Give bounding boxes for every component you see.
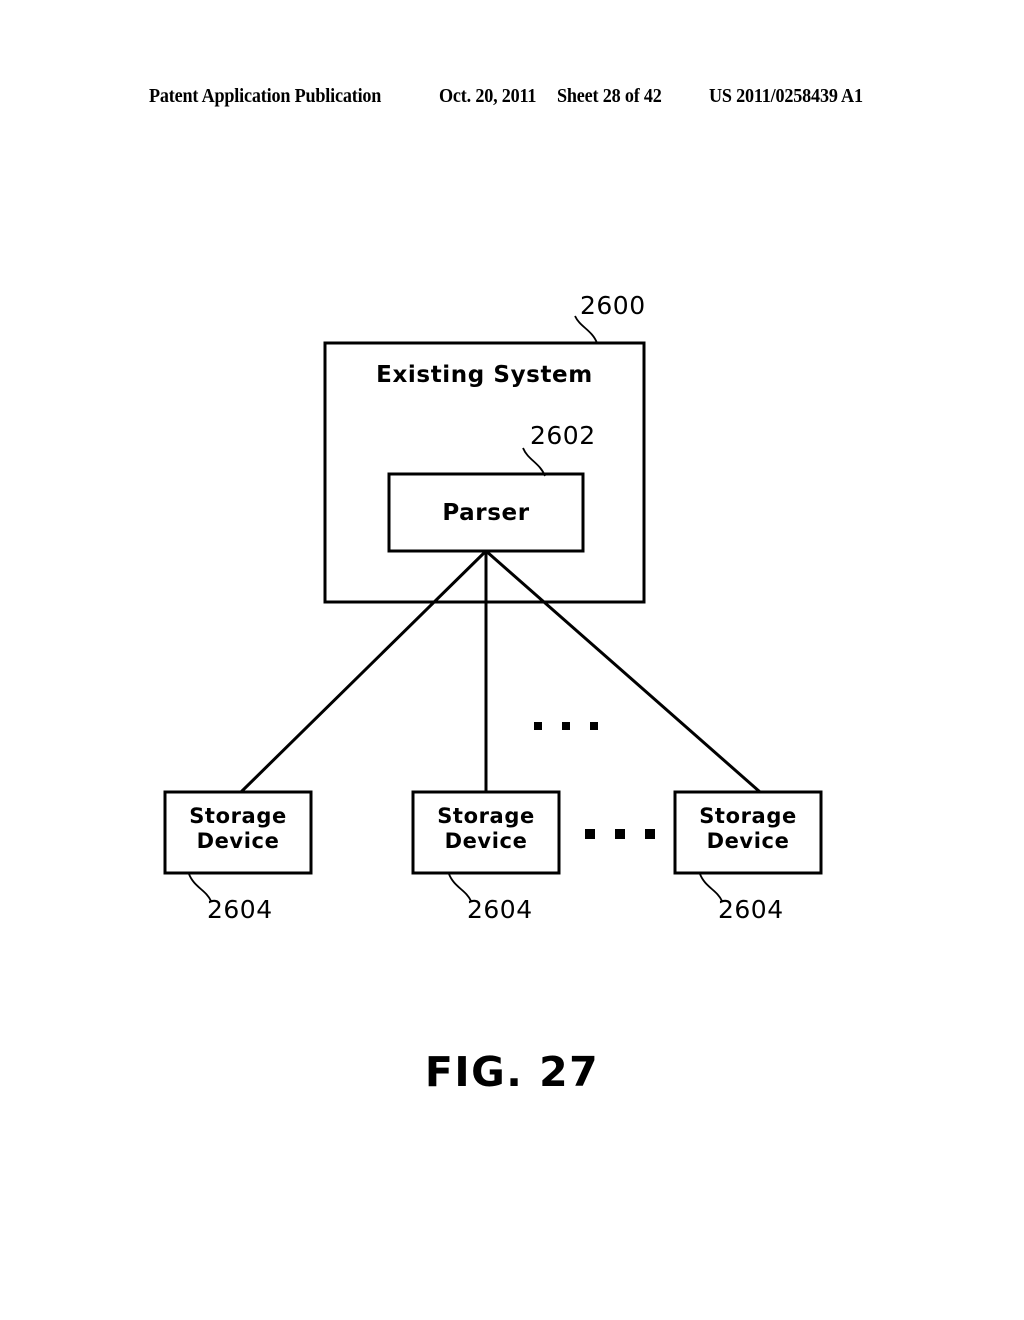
storage-device-label-3-line1: Storage	[699, 804, 797, 828]
ellipsis-lower-dot-2	[615, 829, 625, 839]
storage-device-label-1-line1: Storage	[189, 804, 287, 828]
ellipsis-upper-dot-3	[590, 722, 598, 730]
reference-numeral-2600: 2600	[580, 291, 646, 320]
reference-numeral-2604-1: 2604	[207, 895, 273, 924]
connector-left	[239, 549, 488, 794]
storage-device-label-1: Storage Device	[165, 804, 311, 854]
storage-device-label-2: Storage Device	[413, 804, 559, 854]
storage-device-label-3: Storage Device	[675, 804, 821, 854]
figure-drawing	[0, 0, 1024, 1320]
existing-system-label: Existing System	[376, 362, 593, 388]
ellipsis-lower-dot-1	[585, 829, 595, 839]
ellipsis-lower-dot-3	[645, 829, 655, 839]
ellipsis-upper-dot-1	[534, 722, 542, 730]
storage-device-label-3-line2: Device	[706, 829, 790, 853]
reference-numeral-2602: 2602	[530, 421, 596, 450]
reference-numeral-2604-2: 2604	[467, 895, 533, 924]
ellipsis-upper-dot-2	[562, 722, 570, 730]
parser-label: Parser	[442, 500, 530, 526]
storage-device-label-1-line2: Device	[196, 829, 280, 853]
leader-line-2602	[522, 447, 546, 477]
storage-device-label-2-line1: Storage	[437, 804, 535, 828]
patent-drawing-page: Patent Application Publication Oct. 20, …	[0, 0, 1024, 1320]
connector-right	[485, 549, 761, 794]
leader-line-2600	[574, 315, 598, 344]
storage-device-label-2-line2: Device	[444, 829, 528, 853]
figure-caption: FIG. 27	[424, 1048, 600, 1096]
reference-numeral-2604-3: 2604	[718, 895, 784, 924]
